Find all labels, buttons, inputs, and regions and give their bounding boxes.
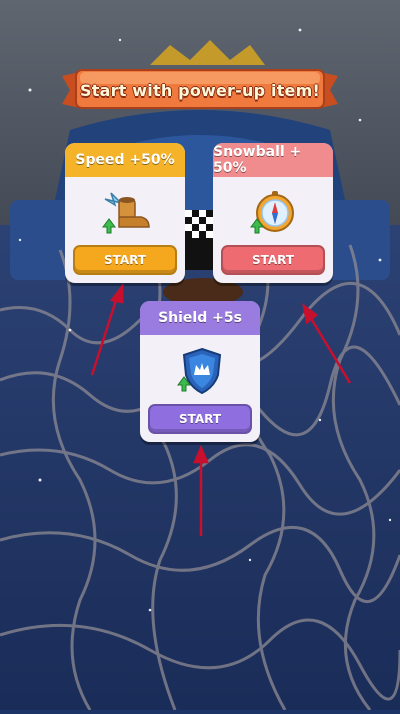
shield-card-title: Shield +5s: [140, 301, 260, 335]
compass-icon: [250, 191, 294, 234]
shield-card-icon-area: [140, 335, 260, 407]
shield-start-button[interactable]: START: [148, 404, 252, 434]
speed-start-button[interactable]: START: [73, 245, 177, 275]
crown-shield-icon: [177, 347, 222, 395]
shield-powerup-card[interactable]: Shield +5s START: [140, 301, 260, 442]
banner-title: Start with power-up item!: [80, 80, 320, 100]
snowball-card-title: Snowball + 50%: [213, 143, 333, 177]
snowball-powerup-card[interactable]: Snowball + 50% START: [213, 143, 333, 283]
speed-card-icon-area: [65, 177, 185, 249]
title-banner: Start with power-up item!: [62, 68, 338, 112]
snowball-start-button[interactable]: START: [221, 245, 325, 275]
winged-boot-icon: [102, 192, 150, 234]
speed-card-title: Speed +50%: [65, 143, 185, 177]
snowball-card-icon-area: [213, 177, 333, 249]
speed-powerup-card[interactable]: Speed +50% START: [65, 143, 185, 283]
